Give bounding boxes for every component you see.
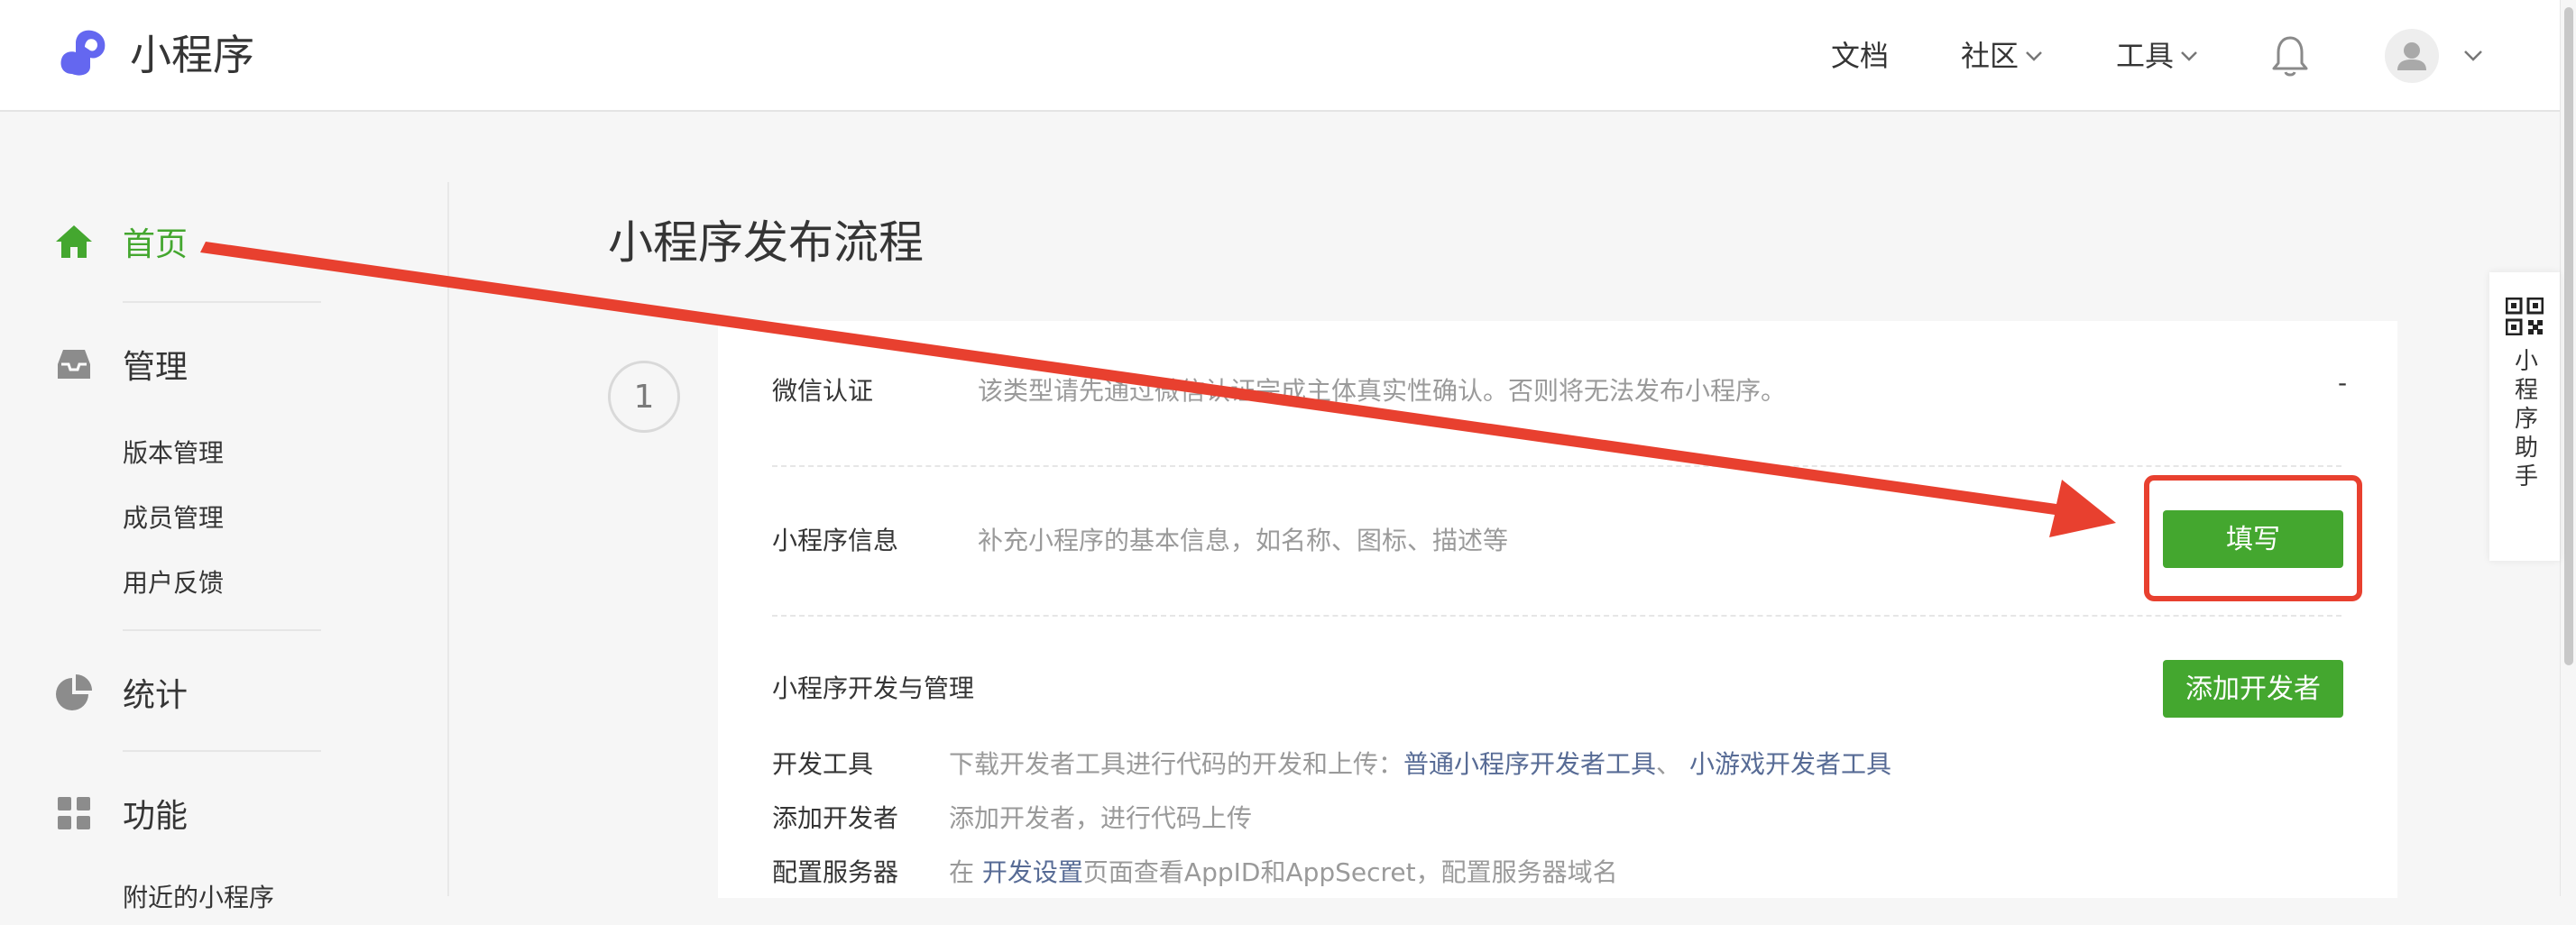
mini-program-info-label: 小程序信息 (772, 526, 899, 555)
dev-tools-label: 开发工具 (772, 749, 874, 779)
assistant-label: 小程序助手 (2510, 348, 2538, 492)
user-avatar[interactable] (2385, 29, 2439, 83)
mini-program-info-desc: 补充小程序的基本信息，如名称、图标、描述等 (978, 526, 1509, 555)
sidebar-item-management-label: 管理 (123, 349, 189, 386)
chevron-down-icon (2181, 51, 2197, 61)
sidebar-item-statistics-label: 统计 (123, 677, 189, 714)
top-header: 小程序 文档 社区 工具 (0, 0, 2560, 112)
nav-community-label: 社区 (1961, 39, 2019, 73)
mini-program-assistant-tab[interactable]: 小程序助手 (2489, 272, 2560, 561)
add-developer-label: 添加开发者 (772, 803, 899, 833)
step-number-badge: 1 (608, 361, 680, 433)
sidebar-item-features[interactable]: 功能 (54, 784, 188, 842)
sidebar-item-features-label: 功能 (123, 798, 189, 835)
dev-tools-text: 下载开发者工具进行代码的开发和上传：普通小程序开发者工具、 小游戏开发者工具 (949, 746, 1891, 783)
sidebar-item-user-feedback[interactable]: 用户反馈 (123, 561, 224, 606)
dev-tools-desc: 下载开发者工具进行代码的开发和上传： (949, 749, 1404, 779)
add-developer-text: 添加开发者，进行代码上传 (949, 803, 1253, 833)
nav-docs-label: 文档 (1831, 39, 1890, 73)
sidebar-item-version-management[interactable]: 版本管理 (123, 431, 224, 476)
nav-tools[interactable]: 工具 (2116, 32, 2199, 79)
add-developer-button[interactable]: 添加开发者 (2163, 660, 2343, 718)
sidebar-item-home[interactable]: 首页 (54, 213, 188, 270)
scrollbar-thumb[interactable] (2564, 7, 2573, 665)
regular-devtools-link[interactable]: 普通小程序开发者工具 (1403, 749, 1656, 779)
link-separator: 、 (1656, 749, 1689, 779)
config-server-pre: 在 (949, 857, 982, 887)
config-server-label: 配置服务器 (772, 857, 899, 887)
dev-management-title: 小程序开发与管理 (772, 673, 975, 703)
page-scrollbar[interactable] (2560, 0, 2576, 896)
mini-program-logo-icon[interactable] (54, 25, 114, 85)
nav-community[interactable]: 社区 (1961, 32, 2044, 79)
sidebar-item-member-management[interactable]: 成员管理 (123, 496, 224, 541)
minigame-devtools-link[interactable]: 小游戏开发者工具 (1689, 749, 1891, 779)
sidebar-item-home-label: 首页 (123, 226, 189, 263)
wechat-verification-status: - (2338, 368, 2348, 398)
bell-icon[interactable] (2269, 34, 2311, 78)
inbox-icon (58, 350, 90, 379)
sidebar-item-statistics[interactable]: 统计 (54, 664, 188, 721)
qr-code-icon (2506, 298, 2544, 335)
nav-tools-label: 工具 (2116, 39, 2175, 73)
row-divider (772, 465, 2341, 467)
config-server-post: 页面查看AppID和AppSecret，配置服务器域名 (1082, 857, 1618, 887)
chevron-down-icon[interactable] (2462, 49, 2484, 63)
sidebar-item-nearby-mini-programs[interactable]: 附近的小程序 (123, 880, 274, 925)
grid-icon (58, 797, 90, 829)
nav-docs[interactable]: 文档 (1831, 32, 1889, 79)
wechat-verification-desc: 该类型请先通过微信认证完成主体真实性确认。否则将无法发布小程序。 (978, 376, 1787, 406)
brand-name[interactable]: 小程序 (130, 25, 254, 85)
chevron-down-icon (2026, 51, 2042, 61)
wechat-verification-label: 微信认证 (772, 376, 874, 406)
sidebar-divider (447, 182, 449, 896)
sidebar-separator (123, 750, 321, 752)
dev-settings-link[interactable]: 开发设置 (982, 857, 1083, 887)
sidebar-separator (123, 629, 321, 631)
user-silhouette-icon (2397, 42, 2426, 70)
config-server-text: 在 开发设置页面查看AppID和AppSecret，配置服务器域名 (949, 855, 1618, 891)
row-divider (772, 615, 2341, 617)
page-title: 小程序发布流程 (608, 215, 924, 269)
home-icon (56, 225, 92, 258)
sidebar-separator (123, 301, 321, 303)
pie-chart-icon (56, 674, 92, 710)
sidebar-item-management[interactable]: 管理 (54, 335, 188, 393)
fill-info-button[interactable]: 填写 (2163, 510, 2343, 568)
publish-steps-card: 微信认证 该类型请先通过微信认证完成主体真实性确认。否则将无法发布小程序。 小程… (718, 321, 2397, 898)
